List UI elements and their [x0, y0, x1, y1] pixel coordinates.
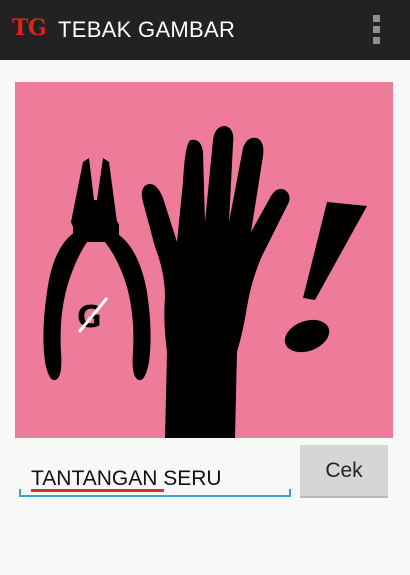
puzzle-image: G — [15, 82, 393, 438]
app-logo: TG — [12, 15, 47, 41]
input-underline — [19, 495, 291, 497]
watermark-icon: G — [77, 297, 109, 335]
pliers-icon — [43, 158, 151, 381]
check-button[interactable]: Cek — [300, 445, 388, 498]
exclamation-icon — [284, 202, 367, 353]
app-title: TEBAK GAMBAR — [58, 17, 236, 42]
input-underline-left-cap — [19, 489, 21, 497]
action-bar: TG TEBAK GAMBAR — [0, 0, 410, 60]
spellcheck-underline — [31, 489, 164, 492]
overflow-menu-icon[interactable] — [363, 12, 391, 48]
raised-hand-icon — [141, 126, 290, 438]
input-underline-right-cap — [289, 489, 291, 497]
